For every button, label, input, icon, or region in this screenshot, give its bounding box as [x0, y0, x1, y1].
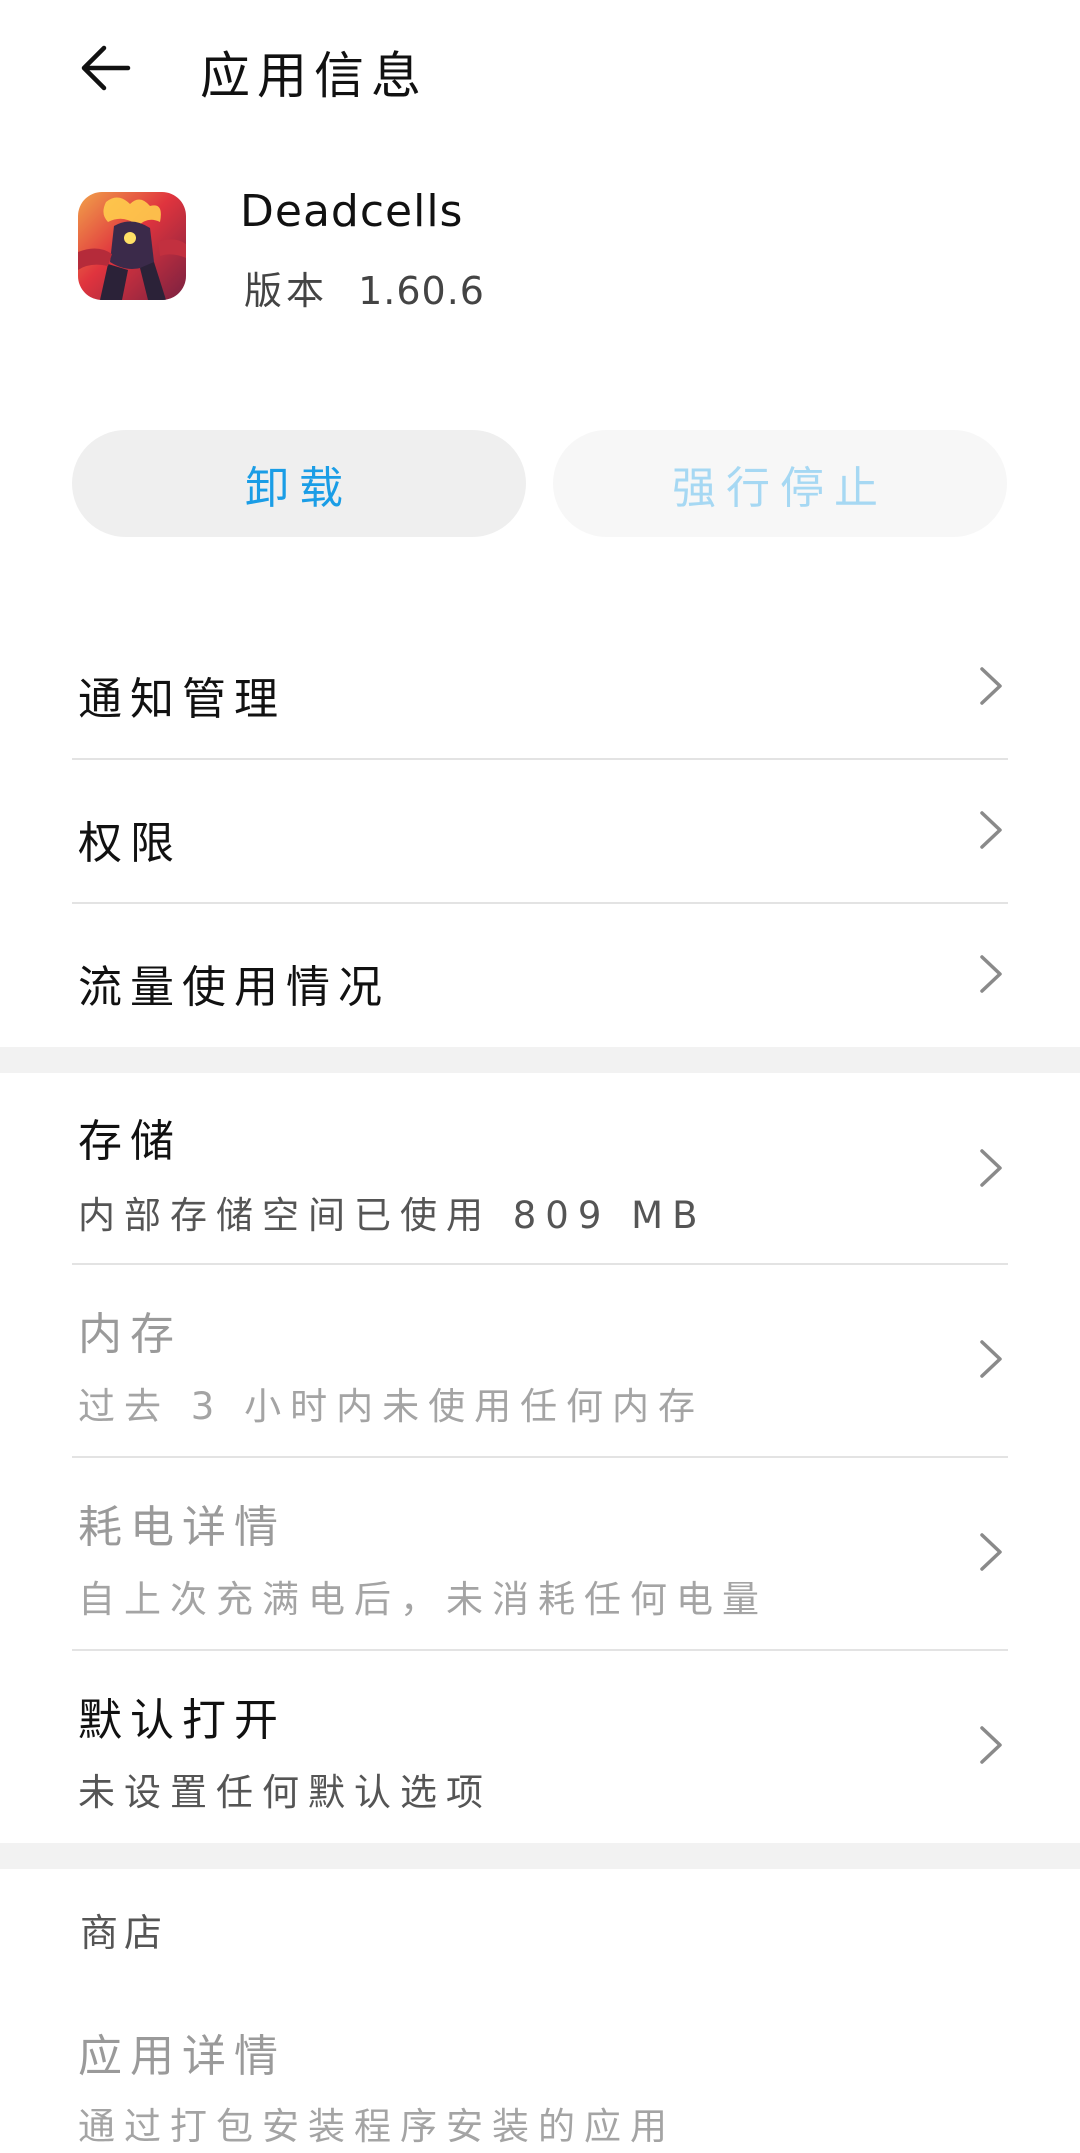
section-header-store: 商店	[80, 1911, 169, 1955]
top-app-bar: 应用信息	[0, 0, 1080, 140]
list-item-battery[interactable]: 耗电详情 自上次充满电后，未消耗任何电量	[72, 1457, 1008, 1651]
app-name: Deadcells	[240, 186, 464, 237]
list-item-memory[interactable]: 内存 过去 3 小时内未使用任何内存	[72, 1264, 1008, 1458]
section-separator	[0, 1047, 1080, 1073]
list-item-open-by-default[interactable]: 默认打开 未设置任何默认选项	[72, 1650, 1008, 1843]
row-subtitle: 内部存储空间已使用 809 MB	[78, 1194, 707, 1237]
chevron-right-icon	[980, 1533, 1002, 1571]
version-label: 版本	[244, 269, 329, 313]
list-item-data-usage[interactable]: 流量使用情况	[72, 903, 1008, 1047]
row-subtitle: 过去 3 小时内未使用任何内存	[78, 1385, 705, 1428]
row-label: 内存	[78, 1309, 182, 1360]
app-version: 版本 1.60.6	[244, 260, 485, 315]
row-subtitle: 通过打包安装程序安装的应用	[78, 2105, 676, 2148]
row-label: 权限	[78, 818, 182, 869]
chevron-right-icon	[980, 667, 1002, 705]
list-item-permissions[interactable]: 权限	[72, 759, 1008, 904]
chevron-right-icon	[980, 811, 1002, 849]
list-item-storage[interactable]: 存储 内部存储空间已使用 809 MB	[72, 1073, 1008, 1265]
row-label: 流量使用情况	[78, 962, 390, 1013]
chevron-right-icon	[980, 1340, 1002, 1378]
row-label: 耗电详情	[78, 1502, 286, 1553]
back-arrow-icon	[81, 45, 131, 91]
chevron-right-icon	[980, 1149, 1002, 1187]
section-separator	[0, 1843, 1080, 1869]
list-item-app-details[interactable]: 应用详情 通过打包安装程序安装的应用	[72, 1990, 1008, 2153]
row-label: 默认打开	[78, 1695, 286, 1746]
force-stop-button[interactable]: 强行停止	[553, 430, 1007, 537]
row-label: 通知管理	[78, 674, 286, 725]
page-title: 应用信息	[200, 47, 428, 105]
row-subtitle: 自上次充满电后，未消耗任何电量	[78, 1578, 768, 1621]
row-label: 应用详情	[78, 2031, 286, 2082]
row-subtitle: 未设置任何默认选项	[78, 1771, 492, 1814]
back-button[interactable]	[70, 32, 142, 104]
list-item-notifications[interactable]: 通知管理	[72, 615, 1008, 760]
uninstall-button[interactable]: 卸载	[72, 430, 526, 537]
app-icon	[78, 192, 186, 300]
version-number: 1.60.6	[358, 269, 485, 313]
row-label: 存储	[78, 1116, 182, 1167]
chevron-right-icon	[980, 1726, 1002, 1764]
chevron-right-icon	[980, 955, 1002, 993]
